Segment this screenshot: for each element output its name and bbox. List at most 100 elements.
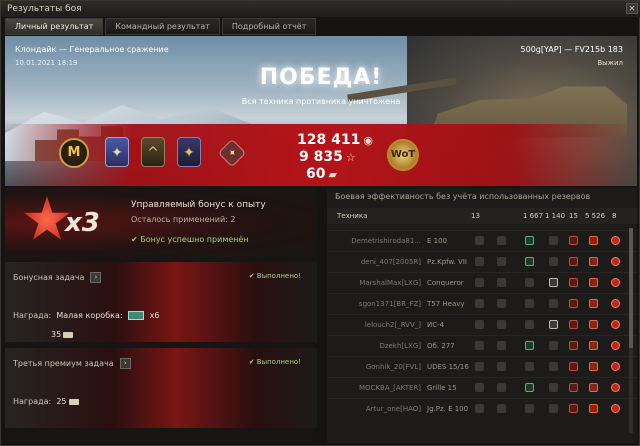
credits-coin-icon: ◉: [363, 134, 373, 147]
kill-icon: [611, 257, 620, 266]
spotted-icon: [475, 236, 484, 245]
credits-value: 128 411: [297, 132, 361, 148]
tank-name: Jg.Pz. E 100: [427, 405, 469, 413]
assist-icon: [525, 257, 534, 266]
achievement-star-medal-icon[interactable]: ✦: [177, 137, 201, 167]
battle-results-window: Результаты боя ✕ Личный результат Команд…: [0, 0, 640, 446]
team-efficiency-panel: Боевая эффективность без учёта использов…: [327, 188, 637, 443]
table-row[interactable]: lelouch2[_RVV_] ИС-4: [327, 314, 637, 334]
spotted-icon: [475, 341, 484, 350]
col-assist[interactable]: 1 667: [523, 212, 543, 220]
kill-icon: [611, 341, 620, 350]
assist-icon: [525, 299, 534, 308]
task-status: ✔ Выполнено!: [248, 272, 301, 280]
tank-name: Pz.Kpfw. VII: [427, 258, 467, 266]
blocked-icon: [549, 299, 558, 308]
table-row[interactable]: sgon1371[BR_FZ] T57 Heavy: [327, 293, 637, 313]
rank-chevron-medal-icon[interactable]: ^: [141, 137, 165, 167]
credits-earned: 128 411 ◉: [297, 132, 373, 148]
crit-icon: [497, 236, 506, 245]
mastery-badge-icon[interactable]: M: [59, 138, 89, 168]
tab-bar: Личный результат Командный результат Под…: [5, 18, 317, 35]
hit-icon: [569, 257, 578, 266]
damage-icon: [589, 404, 598, 413]
table-row[interactable]: Artur_one[HAO] Jg.Pz. E 100: [327, 398, 637, 418]
crit-icon: [497, 362, 506, 371]
task-expand-arrow-icon[interactable]: ›: [90, 272, 102, 283]
table-row[interactable]: MarshalMax[LXG] Conqueror: [327, 272, 637, 292]
bonus-remaining: Осталось применений: 2: [131, 215, 236, 224]
kill-icon: [611, 299, 620, 308]
table-row[interactable]: Gonhik_20[FVL] UDES 15/16: [327, 356, 637, 376]
damage-icon: [589, 257, 598, 266]
tab-team-result[interactable]: Командный результат: [105, 18, 220, 35]
assist-icon: [525, 341, 534, 350]
blocked-icon: [549, 362, 558, 371]
bond-icon: [68, 398, 79, 405]
bonus-task-block: Бонусная задача › ✔ Выполнено! Награда: …: [5, 262, 317, 342]
premium-task-block: Третья премиум задача › ✔ Выполнено! Наг…: [5, 348, 317, 428]
tank-name: Grille 15: [427, 384, 457, 392]
task-header: Третья премиум задача ›: [13, 358, 131, 369]
player-name: MOCKBA_[AKTER]: [359, 384, 421, 392]
kill-icon: [611, 404, 620, 413]
player-name: lelouch2[_RVV_]: [364, 321, 421, 329]
kill-icon: [611, 362, 620, 371]
player-name: Gonhik_20[FVL]: [365, 363, 421, 371]
task-expand-arrow-icon[interactable]: ›: [119, 358, 131, 369]
col-kills[interactable]: 8: [612, 212, 616, 220]
bonus-applied-status: ✔ Бонус успешно применён: [131, 235, 249, 244]
free-xp-icon: ▰: [328, 168, 337, 181]
xp-bonus-box: x3 Управляемый бонус к опыту Осталось пр…: [5, 188, 317, 258]
table-row[interactable]: Dzekh[LXG] Об. 277: [327, 335, 637, 355]
assist-icon: [525, 320, 534, 329]
damage-icon: [589, 299, 598, 308]
hit-icon: [569, 236, 578, 245]
achievement-medal-icon[interactable]: ✦: [105, 137, 129, 167]
tank-name: Conqueror: [427, 279, 464, 287]
bonus-multiplier: x3: [65, 208, 100, 238]
damage-icon: [589, 341, 598, 350]
crit-icon: [497, 341, 506, 350]
tab-personal-result[interactable]: Личный результат: [5, 18, 104, 35]
col-blocked[interactable]: 1 140: [545, 212, 565, 220]
col-spotted[interactable]: 13: [471, 212, 480, 220]
tank-name: T57 Heavy: [427, 300, 465, 308]
col-damage[interactable]: 5 526: [585, 212, 605, 220]
scrollbar-thumb[interactable]: [629, 228, 633, 348]
table-row[interactable]: deni_407[2005R] Pz.Kpfw. VII: [327, 251, 637, 271]
window-title: Результаты боя: [7, 4, 82, 14]
spotted-icon: [475, 299, 484, 308]
reward-extra: 35: [51, 330, 62, 339]
battle-result-subtitle: Вся техника противника уничтожена: [241, 97, 401, 106]
tab-detailed-report[interactable]: Подробный отчёт: [221, 18, 317, 35]
kill-icon: [611, 320, 620, 329]
assist-icon: [525, 236, 534, 245]
crit-icon: [497, 278, 506, 287]
table-row[interactable]: MOCKBA_[AKTER] Grille 15: [327, 377, 637, 397]
battle-result-title: ПОБЕДА!: [259, 65, 383, 90]
close-icon[interactable]: ✕: [626, 3, 638, 14]
hit-icon: [569, 362, 578, 371]
xp-value: 9 835: [299, 149, 343, 165]
blocked-icon: [549, 278, 558, 287]
kill-icon: [611, 236, 620, 245]
player-name: Dzekh[LXG]: [379, 342, 421, 350]
spotted-icon: [475, 404, 484, 413]
blocked-icon: [549, 404, 558, 413]
hit-icon: [569, 404, 578, 413]
damage-icon: [589, 383, 598, 392]
tank-name: E 100: [427, 237, 448, 245]
player-name: Artur_one[HAO]: [365, 405, 421, 413]
damage-icon: [589, 278, 598, 287]
blocked-icon: [549, 341, 558, 350]
col-hits[interactable]: 15: [569, 212, 578, 220]
blocked-icon: [549, 257, 558, 266]
col-vehicle[interactable]: Техника: [337, 212, 367, 220]
scrollbar[interactable]: [629, 228, 633, 433]
tank-name: Об. 277: [427, 342, 455, 350]
spotted-icon: [475, 278, 484, 287]
assist-icon: [525, 278, 534, 287]
reward-label: Награда:: [13, 311, 52, 320]
table-row[interactable]: Demetrishiroda81... E 100: [327, 230, 637, 250]
